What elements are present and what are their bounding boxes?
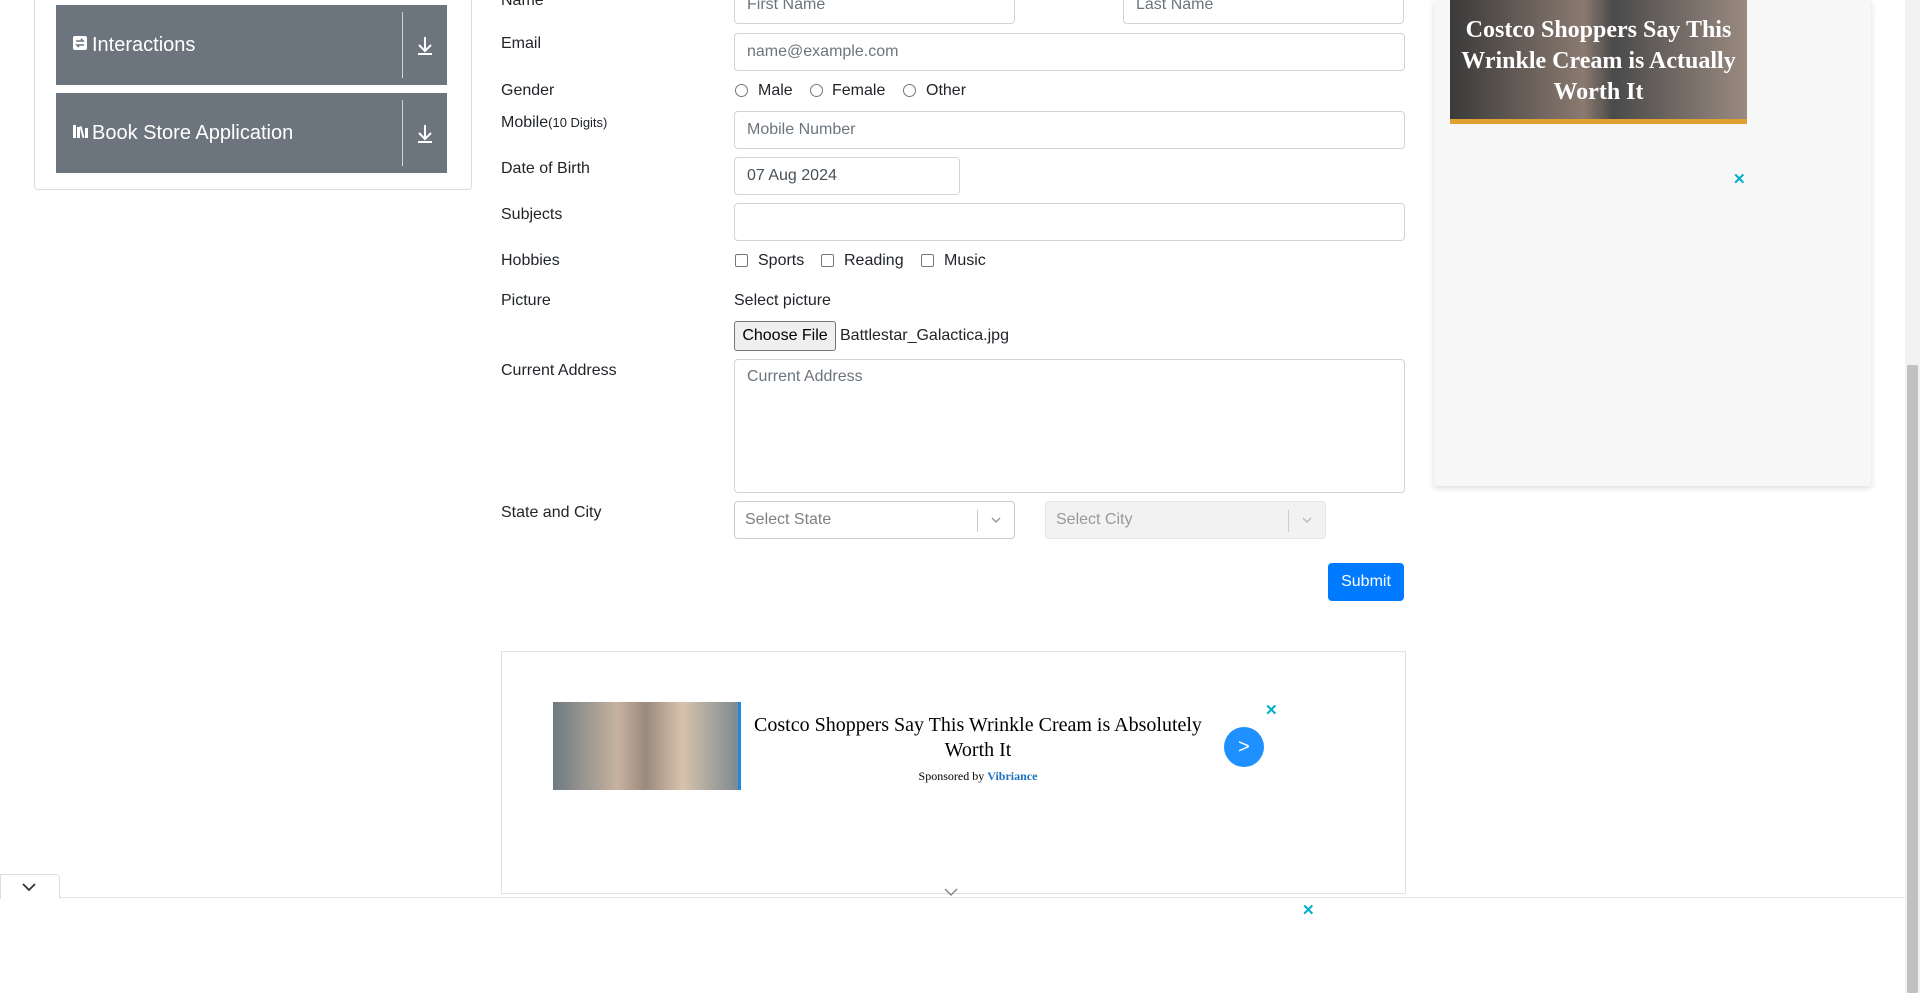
email-label: Email [501, 35, 542, 52]
hobbies-label: Hobbies [501, 252, 560, 269]
divider [402, 100, 403, 166]
scrollbar-thumb[interactable] [1907, 365, 1918, 993]
download-icon[interactable] [413, 119, 437, 147]
collapse-footer-tab[interactable] [0, 874, 60, 899]
city-select[interactable]: Select City [1045, 501, 1326, 539]
divider [402, 12, 403, 78]
gender-other-radio[interactable] [903, 84, 916, 97]
state-select-placeholder: Select State [745, 511, 832, 528]
gender-female-radio[interactable] [810, 84, 823, 97]
book-icon [72, 123, 92, 144]
dob-label: Date of Birth [501, 160, 590, 177]
close-icon[interactable]: ✕ [1733, 170, 1746, 188]
chevron-down-icon[interactable] [989, 513, 1003, 527]
sidebar-group-label: Interactions [92, 33, 196, 56]
right-ad-headline[interactable]: Costco Shoppers Say This Wrinkle Cream i… [1450, 15, 1747, 108]
hobby-reading-label[interactable]: Reading [844, 252, 904, 270]
name-label: Name [501, 0, 544, 9]
download-icon[interactable] [413, 31, 437, 59]
sponsored-by-text: Sponsored by [918, 769, 985, 783]
hobby-reading-checkbox[interactable] [821, 254, 834, 267]
state-city-label: State and City [501, 504, 602, 521]
hobby-music-checkbox[interactable] [921, 254, 934, 267]
first-name-input[interactable]: First Name [734, 0, 1015, 24]
bottom-ad-title[interactable]: Costco Shoppers Say This Wrinkle Cream i… [750, 713, 1206, 763]
gender-other-label[interactable]: Other [926, 82, 966, 100]
sidebar-group-book-store[interactable]: Book Store Application [56, 93, 447, 173]
ad-go-button[interactable]: > [1224, 727, 1264, 767]
interactions-icon [72, 35, 92, 56]
sidebar-group-interactions[interactable]: Interactions [56, 5, 447, 85]
hobby-sports-checkbox[interactable] [735, 254, 748, 267]
mobile-hint: (10 Digits) [548, 115, 608, 130]
email-input[interactable]: name@example.com [734, 33, 1405, 71]
select-picture-label: Select picture [734, 292, 831, 309]
mobile-label: Mobile(10 Digits) [501, 114, 607, 132]
divider [977, 510, 978, 532]
chevron-down-icon [22, 883, 36, 892]
gender-label: Gender [501, 82, 555, 99]
mobile-input[interactable]: Mobile Number [734, 111, 1405, 149]
hobby-music-label[interactable]: Music [944, 252, 986, 270]
gender-female-label[interactable]: Female [832, 82, 885, 100]
subjects-input[interactable] [734, 203, 1405, 241]
bottom-ad-image[interactable] [553, 702, 741, 790]
divider [1288, 510, 1289, 532]
dob-input[interactable]: 07 Aug 2024 [734, 157, 960, 195]
current-address-label: Current Address [501, 362, 617, 379]
last-name-input[interactable]: Last Name [1123, 0, 1404, 24]
hobby-sports-label[interactable]: Sports [758, 252, 804, 270]
current-address-textarea[interactable]: Current Address [734, 359, 1405, 493]
footer-ad-bar [0, 897, 1905, 994]
sidebar-group-label: Book Store Application [92, 121, 294, 144]
bottom-ad-sponsor: Sponsored by Vibriance [750, 769, 1206, 784]
gender-male-label[interactable]: Male [758, 82, 793, 100]
mobile-label-text: Mobile [501, 114, 549, 131]
submit-button[interactable]: Submit [1328, 563, 1404, 601]
city-select-placeholder: Select City [1056, 511, 1133, 528]
selected-file-name: Battlestar_Galactica.jpg [840, 327, 1009, 344]
close-icon[interactable]: ✕ [1302, 901, 1315, 919]
choose-file-button[interactable]: Choose File [734, 321, 836, 351]
chevron-down-icon[interactable] [1300, 513, 1314, 527]
subjects-label: Subjects [501, 206, 563, 223]
picture-label: Picture [501, 292, 551, 309]
gender-male-radio[interactable] [735, 84, 748, 97]
sponsor-brand-link[interactable]: Vibriance [987, 769, 1037, 783]
state-select[interactable]: Select State [734, 501, 1015, 539]
close-icon[interactable]: ✕ [1265, 701, 1278, 719]
